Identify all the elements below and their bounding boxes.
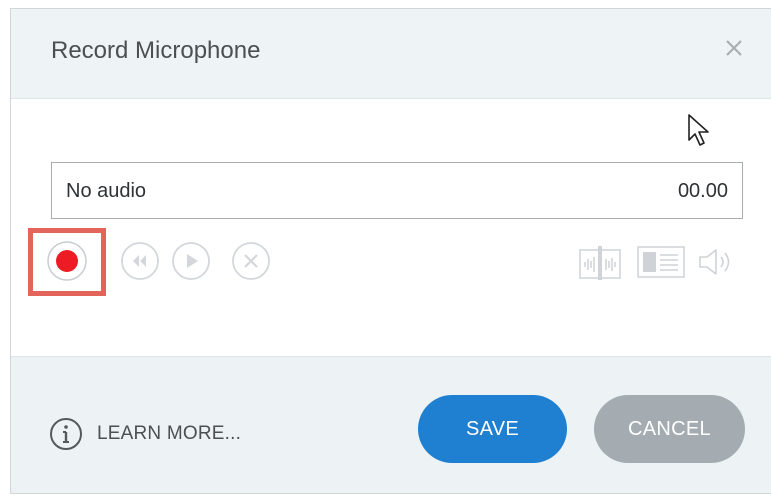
volume-button[interactable] xyxy=(697,246,737,283)
info-icon xyxy=(50,418,82,450)
audio-field: No audio 00.00 xyxy=(51,162,743,219)
cancel-button[interactable]: CANCEL xyxy=(594,395,745,463)
audio-status: No audio xyxy=(66,180,147,202)
mouse-cursor-icon xyxy=(687,113,713,154)
record-button[interactable] xyxy=(45,239,89,283)
learn-more-label: LEARN MORE... xyxy=(97,423,242,444)
delete-icon xyxy=(232,242,270,280)
dialog-footer: LEARN MORE... SAVE CANCEL xyxy=(11,356,771,493)
play-icon xyxy=(172,242,210,280)
close-icon xyxy=(726,40,742,56)
waveform-button[interactable] xyxy=(579,246,621,285)
volume-icon xyxy=(699,249,730,275)
record-microphone-dialog: Record Microphone No audio 00.00 LEARN M… xyxy=(10,8,771,494)
caption-icon xyxy=(637,246,685,278)
close-button[interactable] xyxy=(723,37,745,59)
play-button[interactable] xyxy=(169,239,213,283)
rewind-button[interactable] xyxy=(118,239,162,283)
dialog-title: Record Microphone xyxy=(51,37,261,64)
record-icon xyxy=(47,241,87,281)
delete-button[interactable] xyxy=(229,239,273,283)
waveform-icon xyxy=(579,246,621,280)
audio-time: 00.00 xyxy=(677,180,728,202)
rewind-icon xyxy=(121,242,159,280)
dialog-header: Record Microphone xyxy=(11,9,771,99)
caption-button[interactable] xyxy=(637,246,685,283)
learn-more-link[interactable]: LEARN MORE... xyxy=(49,417,241,451)
save-button[interactable]: SAVE xyxy=(418,395,567,463)
